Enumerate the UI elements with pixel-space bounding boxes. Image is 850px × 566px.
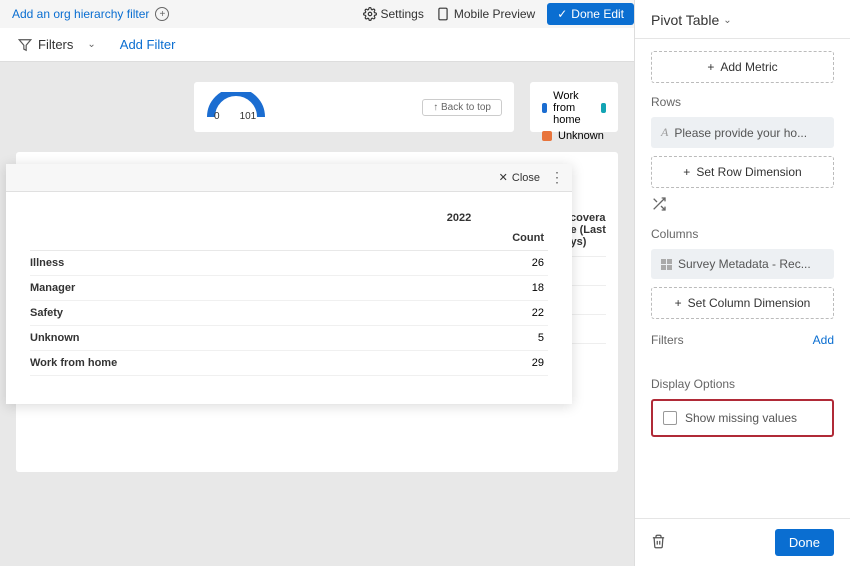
gauge-min: 0 xyxy=(214,111,220,122)
chevron-down-icon: ⌄ xyxy=(87,39,95,50)
gear-icon xyxy=(363,7,377,21)
table-col-year: 2022 xyxy=(370,212,548,232)
add-org-hierarchy-filter[interactable]: Add an org hierarchy filter + xyxy=(12,7,169,21)
table-row: Work from home29 xyxy=(30,351,548,376)
org-filter-label: Add an org hierarchy filter xyxy=(12,7,149,21)
column-dimension-chip[interactable]: Survey Metadata - Rec... xyxy=(651,249,834,279)
legend-label: Work from home xyxy=(553,90,595,126)
columns-section-label: Columns xyxy=(651,227,834,241)
close-icon: ✕ xyxy=(499,171,508,184)
gauge-widget: 0 101 ↑ Back to top xyxy=(194,82,514,132)
legend-item: Unknown xyxy=(542,130,606,142)
settings-button[interactable]: Settings xyxy=(363,7,424,21)
rows-section-label: Rows xyxy=(651,95,834,109)
panel-title: Pivot Table xyxy=(651,12,719,28)
add-metric-label: Add Metric xyxy=(720,60,777,74)
table-row: Safety22 xyxy=(30,301,548,326)
add-filter-link[interactable]: Add Filter xyxy=(120,37,176,52)
legend-widget: Work from home Unknown xyxy=(530,82,618,132)
gauge-max: 101 xyxy=(240,111,257,122)
pivot-table: 2022 Count Illness26 Manager18 Safety22 … xyxy=(30,212,548,376)
text-type-icon: A xyxy=(661,125,668,140)
settings-label: Settings xyxy=(381,7,424,21)
done-editing-button[interactable]: ✓ Done Edit xyxy=(547,3,634,25)
table-row: Illness26 xyxy=(30,251,548,276)
filters-section-label: Filters xyxy=(651,333,684,347)
row-dimension-chip[interactable]: A Please provide your ho... xyxy=(651,117,834,148)
legend-swatch-icon xyxy=(542,103,547,113)
trash-icon xyxy=(651,534,666,549)
filter-icon xyxy=(18,38,32,52)
done-editing-label: Done Edit xyxy=(571,7,624,21)
plus-icon: + xyxy=(707,60,714,74)
shuffle-icon xyxy=(651,196,667,212)
set-row-dim-label: Set Row Dimension xyxy=(696,165,801,179)
mobile-preview-button[interactable]: Mobile Preview xyxy=(436,7,535,21)
display-options-label: Display Options xyxy=(651,377,834,391)
show-missing-values-option[interactable]: Show missing values xyxy=(651,399,834,437)
pivot-preview-modal: ✕ Close ⋮ 2022 Count Illness26 Manager18… xyxy=(6,164,572,404)
check-icon: ✓ xyxy=(557,7,567,21)
legend-item: Work from home xyxy=(542,90,606,126)
add-filter-link[interactable]: Add xyxy=(813,333,834,347)
chevron-down-icon: ⌄ xyxy=(723,15,731,26)
plus-circle-icon: + xyxy=(155,7,169,21)
delete-button[interactable] xyxy=(651,534,666,552)
kebab-menu-icon[interactable]: ⋮ xyxy=(550,169,564,186)
done-button[interactable]: Done xyxy=(775,529,834,556)
grid-icon xyxy=(661,259,672,270)
panel-title-dropdown[interactable]: Pivot Table ⌄ xyxy=(635,0,850,39)
table-row: Unknown5 xyxy=(30,326,548,351)
table-col-count: Count xyxy=(370,232,548,250)
legend-swatch-icon xyxy=(601,103,606,113)
close-button[interactable]: ✕ Close xyxy=(499,171,540,184)
plus-icon: + xyxy=(683,165,690,179)
col-chip-label: Survey Metadata - Rec... xyxy=(678,257,811,271)
set-column-dimension-button[interactable]: + Set Column Dimension xyxy=(651,287,834,319)
close-label: Close xyxy=(512,172,540,184)
back-to-top-button[interactable]: ↑ Back to top xyxy=(422,99,502,116)
mobile-preview-label: Mobile Preview xyxy=(454,7,535,21)
shuffle-button[interactable] xyxy=(651,196,834,215)
legend-label: Unknown xyxy=(558,130,604,142)
legend-swatch-icon xyxy=(542,131,552,141)
filters-label-text: Filters xyxy=(38,37,73,52)
checkbox-icon[interactable] xyxy=(663,411,677,425)
set-col-dim-label: Set Column Dimension xyxy=(688,296,811,310)
set-row-dimension-button[interactable]: + Set Row Dimension xyxy=(651,156,834,188)
add-metric-button[interactable]: + Add Metric xyxy=(651,51,834,83)
show-missing-label: Show missing values xyxy=(685,411,797,425)
side-panel: Pivot Table ⌄ + Add Metric Rows A Please… xyxy=(634,0,850,566)
table-row: Manager18 xyxy=(30,276,548,301)
filters-dropdown[interactable]: Filters ⌄ xyxy=(18,37,96,52)
mobile-icon xyxy=(436,7,450,21)
plus-icon: + xyxy=(675,296,682,310)
row-chip-label: Please provide your ho... xyxy=(674,126,807,140)
